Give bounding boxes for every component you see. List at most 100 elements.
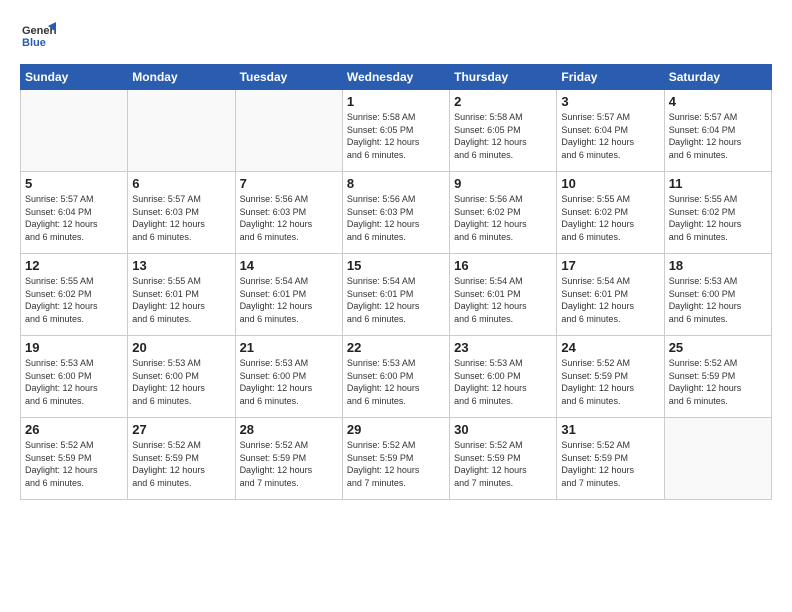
day-number: 29 (347, 422, 445, 437)
calendar-cell (235, 90, 342, 172)
day-info: Sunrise: 5:58 AM Sunset: 6:05 PM Dayligh… (347, 111, 445, 161)
calendar-header-row: SundayMondayTuesdayWednesdayThursdayFrid… (21, 65, 772, 90)
calendar-cell: 30Sunrise: 5:52 AM Sunset: 5:59 PM Dayli… (450, 418, 557, 500)
day-info: Sunrise: 5:52 AM Sunset: 5:59 PM Dayligh… (25, 439, 123, 489)
calendar-cell: 5Sunrise: 5:57 AM Sunset: 6:04 PM Daylig… (21, 172, 128, 254)
day-info: Sunrise: 5:55 AM Sunset: 6:01 PM Dayligh… (132, 275, 230, 325)
calendar-week-1: 1 Sunrise: 5:58 AM Sunset: 6:05 PM Daylig… (21, 90, 772, 172)
calendar-cell: 27 Sunrise: 5:52 AM Sunset: 5:59 PM Dayli… (128, 418, 235, 500)
calendar-cell: 11 Sunrise: 5:55 AM Sunset: 6:02 PM Dayli… (664, 172, 771, 254)
day-number: 19 (25, 340, 123, 355)
day-number: 25 (669, 340, 767, 355)
day-number: 22 (347, 340, 445, 355)
day-info: Sunrise: 5:53 AM Sunset: 6:00 PM Dayligh… (669, 275, 767, 325)
calendar-cell: 24Sunrise: 5:52 AM Sunset: 5:59 PM Dayli… (557, 336, 664, 418)
calendar-cell (128, 90, 235, 172)
day-number: 8 (347, 176, 445, 191)
day-number: 12 (25, 258, 123, 273)
day-info: Sunrise: 5:53 AM Sunset: 6:00 PM Dayligh… (454, 357, 552, 407)
day-number: 1 (347, 94, 445, 109)
day-number: 28 (240, 422, 338, 437)
calendar-header-tuesday: Tuesday (235, 65, 342, 90)
day-info: Sunrise: 5:52 AM Sunset: 5:59 PM Dayligh… (132, 439, 230, 489)
day-number: 6 (132, 176, 230, 191)
day-info: Sunrise: 5:55 AM Sunset: 6:02 PM Dayligh… (25, 275, 123, 325)
calendar-header-thursday: Thursday (450, 65, 557, 90)
calendar-cell: 4 Sunrise: 5:57 AM Sunset: 6:04 PM Daylig… (664, 90, 771, 172)
day-number: 30 (454, 422, 552, 437)
day-info: Sunrise: 5:52 AM Sunset: 5:59 PM Dayligh… (561, 439, 659, 489)
day-info: Sunrise: 5:57 AM Sunset: 6:03 PM Dayligh… (132, 193, 230, 243)
day-info: Sunrise: 5:55 AM Sunset: 6:02 PM Dayligh… (561, 193, 659, 243)
calendar-header-sunday: Sunday (21, 65, 128, 90)
day-info: Sunrise: 5:53 AM Sunset: 6:00 PM Dayligh… (25, 357, 123, 407)
day-info: Sunrise: 5:54 AM Sunset: 6:01 PM Dayligh… (347, 275, 445, 325)
calendar-cell: 26 Sunrise: 5:52 AM Sunset: 5:59 PM Dayli… (21, 418, 128, 500)
day-number: 13 (132, 258, 230, 273)
day-number: 26 (25, 422, 123, 437)
day-number: 27 (132, 422, 230, 437)
calendar-cell: 14Sunrise: 5:54 AM Sunset: 6:01 PM Dayli… (235, 254, 342, 336)
day-info: Sunrise: 5:52 AM Sunset: 5:59 PM Dayligh… (347, 439, 445, 489)
day-info: Sunrise: 5:54 AM Sunset: 6:01 PM Dayligh… (561, 275, 659, 325)
calendar-cell: 12 Sunrise: 5:55 AM Sunset: 6:02 PM Dayli… (21, 254, 128, 336)
day-number: 20 (132, 340, 230, 355)
calendar-cell: 28 Sunrise: 5:52 AM Sunset: 5:59 PM Dayli… (235, 418, 342, 500)
page: General Blue SundayMondayTuesdayWednesda… (0, 0, 792, 510)
svg-text:Blue: Blue (22, 37, 46, 49)
logo-icon: General Blue (20, 18, 56, 54)
calendar-cell: 25 Sunrise: 5:52 AM Sunset: 5:59 PM Dayli… (664, 336, 771, 418)
calendar-cell: 31 Sunrise: 5:52 AM Sunset: 5:59 PM Dayli… (557, 418, 664, 500)
calendar-cell (664, 418, 771, 500)
calendar-cell: 7Sunrise: 5:56 AM Sunset: 6:03 PM Daylig… (235, 172, 342, 254)
day-info: Sunrise: 5:54 AM Sunset: 6:01 PM Dayligh… (454, 275, 552, 325)
day-number: 5 (25, 176, 123, 191)
calendar-cell: 8 Sunrise: 5:56 AM Sunset: 6:03 PM Daylig… (342, 172, 449, 254)
calendar: SundayMondayTuesdayWednesdayThursdayFrid… (20, 64, 772, 500)
day-info: Sunrise: 5:57 AM Sunset: 6:04 PM Dayligh… (669, 111, 767, 161)
calendar-week-2: 5Sunrise: 5:57 AM Sunset: 6:04 PM Daylig… (21, 172, 772, 254)
day-number: 17 (561, 258, 659, 273)
calendar-week-5: 26 Sunrise: 5:52 AM Sunset: 5:59 PM Dayli… (21, 418, 772, 500)
calendar-cell: 19 Sunrise: 5:53 AM Sunset: 6:00 PM Dayli… (21, 336, 128, 418)
calendar-cell: 13 Sunrise: 5:55 AM Sunset: 6:01 PM Dayli… (128, 254, 235, 336)
day-info: Sunrise: 5:57 AM Sunset: 6:04 PM Dayligh… (561, 111, 659, 161)
calendar-cell: 16 Sunrise: 5:54 AM Sunset: 6:01 PM Dayli… (450, 254, 557, 336)
calendar-cell: 10Sunrise: 5:55 AM Sunset: 6:02 PM Dayli… (557, 172, 664, 254)
day-number: 15 (347, 258, 445, 273)
day-number: 23 (454, 340, 552, 355)
day-number: 9 (454, 176, 552, 191)
calendar-cell: 21 Sunrise: 5:53 AM Sunset: 6:00 PM Dayli… (235, 336, 342, 418)
day-info: Sunrise: 5:52 AM Sunset: 5:59 PM Dayligh… (669, 357, 767, 407)
calendar-header-wednesday: Wednesday (342, 65, 449, 90)
logo: General Blue (20, 18, 60, 54)
header: General Blue (20, 18, 772, 54)
day-info: Sunrise: 5:52 AM Sunset: 5:59 PM Dayligh… (240, 439, 338, 489)
calendar-cell: 3Sunrise: 5:57 AM Sunset: 6:04 PM Daylig… (557, 90, 664, 172)
calendar-header-saturday: Saturday (664, 65, 771, 90)
calendar-cell: 20 Sunrise: 5:53 AM Sunset: 6:00 PM Dayli… (128, 336, 235, 418)
day-info: Sunrise: 5:56 AM Sunset: 6:03 PM Dayligh… (347, 193, 445, 243)
calendar-cell: 15 Sunrise: 5:54 AM Sunset: 6:01 PM Dayli… (342, 254, 449, 336)
day-number: 21 (240, 340, 338, 355)
day-info: Sunrise: 5:55 AM Sunset: 6:02 PM Dayligh… (669, 193, 767, 243)
day-info: Sunrise: 5:52 AM Sunset: 5:59 PM Dayligh… (561, 357, 659, 407)
day-info: Sunrise: 5:53 AM Sunset: 6:00 PM Dayligh… (347, 357, 445, 407)
calendar-cell: 29 Sunrise: 5:52 AM Sunset: 5:59 PM Dayli… (342, 418, 449, 500)
day-number: 11 (669, 176, 767, 191)
day-number: 31 (561, 422, 659, 437)
day-info: Sunrise: 5:54 AM Sunset: 6:01 PM Dayligh… (240, 275, 338, 325)
calendar-cell: 1 Sunrise: 5:58 AM Sunset: 6:05 PM Daylig… (342, 90, 449, 172)
calendar-header-monday: Monday (128, 65, 235, 90)
calendar-cell: 18 Sunrise: 5:53 AM Sunset: 6:00 PM Dayli… (664, 254, 771, 336)
day-info: Sunrise: 5:53 AM Sunset: 6:00 PM Dayligh… (240, 357, 338, 407)
day-number: 16 (454, 258, 552, 273)
calendar-cell: 6 Sunrise: 5:57 AM Sunset: 6:03 PM Daylig… (128, 172, 235, 254)
calendar-week-4: 19 Sunrise: 5:53 AM Sunset: 6:00 PM Dayli… (21, 336, 772, 418)
day-number: 18 (669, 258, 767, 273)
day-info: Sunrise: 5:53 AM Sunset: 6:00 PM Dayligh… (132, 357, 230, 407)
day-number: 4 (669, 94, 767, 109)
calendar-cell: 2Sunrise: 5:58 AM Sunset: 6:05 PM Daylig… (450, 90, 557, 172)
day-number: 7 (240, 176, 338, 191)
day-number: 2 (454, 94, 552, 109)
